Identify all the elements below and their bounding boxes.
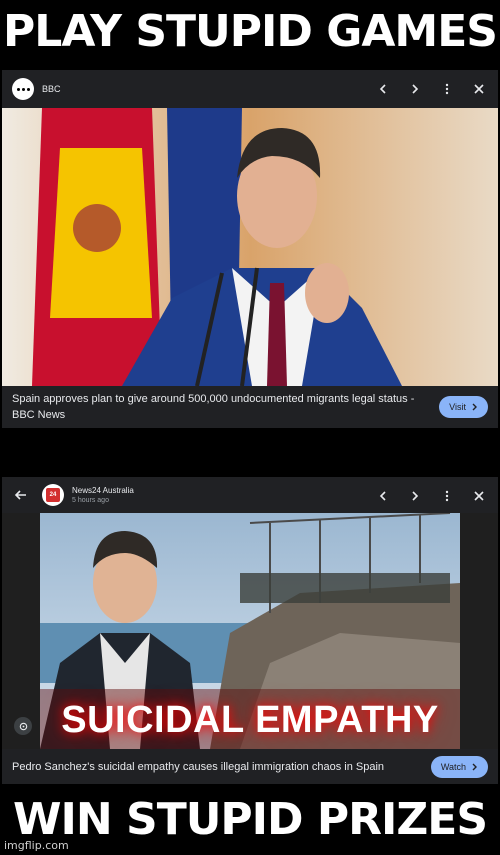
- more-vert-icon[interactable]: [438, 487, 456, 505]
- card-footer: Pedro Sanchez's suicidal empathy causes …: [2, 749, 498, 784]
- news24-logo-icon: 24: [42, 484, 64, 506]
- lens-icon[interactable]: [14, 717, 32, 735]
- visit-button-label: Visit: [449, 402, 466, 412]
- source-name: BBC: [42, 84, 61, 94]
- article-headline[interactable]: Pedro Sanchez's suicidal empathy causes …: [12, 759, 431, 775]
- article-headline[interactable]: Spain approves plan to give around 500,0…: [12, 391, 439, 423]
- watermark: imgflip.com: [4, 839, 69, 852]
- watch-button[interactable]: Watch: [430, 755, 488, 778]
- card-header: 24 News24 Australia 5 hours ago: [2, 477, 498, 513]
- back-arrow-icon[interactable]: [12, 486, 30, 504]
- more-vert-icon[interactable]: [438, 80, 456, 98]
- news24-card: 24 News24 Australia 5 hours ago SUICIDAL…: [2, 477, 498, 784]
- bbc-news-card: BBC Spain approves plan to give around 5…: [2, 70, 498, 428]
- source-name: News24 Australia: [72, 486, 134, 495]
- header-controls: [374, 477, 488, 515]
- chevron-right-icon: [472, 763, 477, 770]
- chevron-right-icon[interactable]: [406, 80, 424, 98]
- chevron-right-icon: [472, 403, 477, 411]
- source-meta: News24 Australia 5 hours ago: [72, 486, 134, 504]
- close-icon[interactable]: [470, 487, 488, 505]
- watch-button-label: Watch: [440, 761, 466, 772]
- chevron-right-icon[interactable]: [406, 487, 424, 505]
- visit-button[interactable]: Visit: [439, 396, 488, 418]
- bottom-caption: WIN STUPID PRIZES: [12, 794, 488, 845]
- chevron-left-icon[interactable]: [374, 80, 392, 98]
- close-icon[interactable]: [470, 80, 488, 98]
- time-ago: 5 hours ago: [72, 497, 109, 504]
- video-thumbnail[interactable]: SUICIDAL EMPATHY: [40, 513, 460, 749]
- card-footer: Spain approves plan to give around 500,0…: [2, 386, 498, 428]
- bbc-logo-icon: [12, 78, 34, 100]
- article-hero-image[interactable]: [2, 108, 498, 386]
- top-caption: PLAY STUPID GAMES: [3, 6, 498, 57]
- card-header: BBC: [2, 70, 498, 108]
- chevron-left-icon[interactable]: [374, 487, 392, 505]
- header-controls: [374, 70, 488, 108]
- thumbnail-title: SUICIDAL EMPATHY: [61, 699, 439, 741]
